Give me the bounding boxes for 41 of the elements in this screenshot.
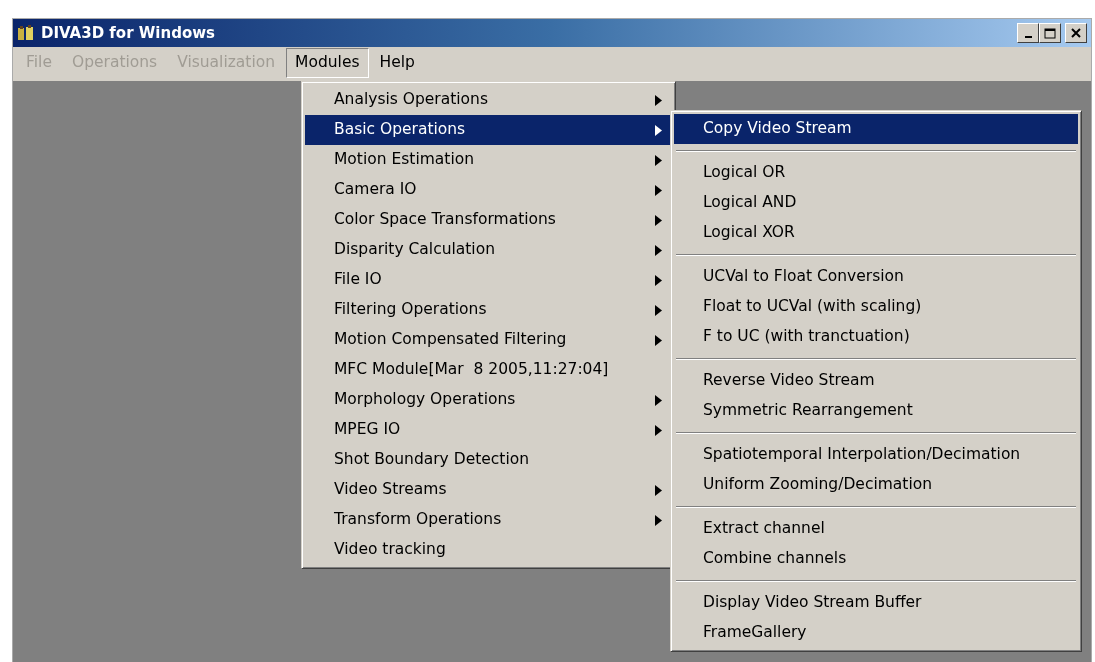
menu-item[interactable]: Motion Compensated Filtering [305, 325, 672, 355]
close-button[interactable] [1065, 23, 1087, 43]
maximize-button[interactable] [1039, 23, 1061, 43]
app-icon [17, 25, 35, 41]
menu-item[interactable]: Basic Operations [305, 115, 672, 145]
menu-item[interactable]: Symmetric Rearrangement [674, 396, 1078, 426]
menu-item[interactable]: Reverse Video Stream [674, 366, 1078, 396]
menu-item[interactable]: Morphology Operations [305, 385, 672, 415]
menu-item[interactable]: Spatiotemporal Interpolation/Decimation [674, 440, 1078, 470]
menu-item[interactable]: Display Video Stream Buffer [674, 588, 1078, 618]
menu-item[interactable]: UCVal to Float Conversion [674, 262, 1078, 292]
menu-item[interactable]: Video tracking [305, 535, 672, 565]
menu-item[interactable]: FrameGallery [674, 618, 1078, 648]
menu-item[interactable]: Extract channel [674, 514, 1078, 544]
menu-item[interactable]: Analysis Operations [305, 85, 672, 115]
menu-item[interactable]: Help [370, 48, 424, 78]
window-title: DIVA3D for Windows [41, 22, 215, 44]
menu-item[interactable]: Logical AND [674, 188, 1078, 218]
menu-item[interactable]: Modules [286, 48, 369, 78]
menu-item[interactable]: Shot Boundary Detection [305, 445, 672, 475]
menu-item[interactable]: File IO [305, 265, 672, 295]
maximize-icon [1044, 27, 1056, 39]
menu-item[interactable]: Color Space Transformations [305, 205, 672, 235]
menu-item[interactable]: Logical OR [674, 158, 1078, 188]
menu-item[interactable]: Float to UCVal (with scaling) [674, 292, 1078, 322]
minimize-icon [1024, 36, 1032, 38]
menu-item[interactable]: Filtering Operations [305, 295, 672, 325]
minimize-button[interactable] [1017, 23, 1039, 43]
menu-item[interactable]: Copy Video Stream [674, 114, 1078, 144]
menu-item[interactable]: F to UC (with tranctuation) [674, 322, 1078, 352]
menu-item[interactable]: Motion Estimation [305, 145, 672, 175]
menu-item[interactable]: Uniform Zooming/Decimation [674, 470, 1078, 500]
close-icon [1071, 28, 1081, 38]
menu-item[interactable]: Disparity Calculation [305, 235, 672, 265]
menu-item[interactable]: Transform Operations [305, 505, 672, 535]
menu-item[interactable]: Camera IO [305, 175, 672, 205]
menu-item[interactable]: Combine channels [674, 544, 1078, 574]
menu-item[interactable]: MPEG IO [305, 415, 672, 445]
menu-item[interactable]: Video Streams [305, 475, 672, 505]
menu-item[interactable]: MFC Module[Mar 8 2005,11:27:04] [305, 355, 672, 385]
menu-item[interactable]: Logical XOR [674, 218, 1078, 248]
